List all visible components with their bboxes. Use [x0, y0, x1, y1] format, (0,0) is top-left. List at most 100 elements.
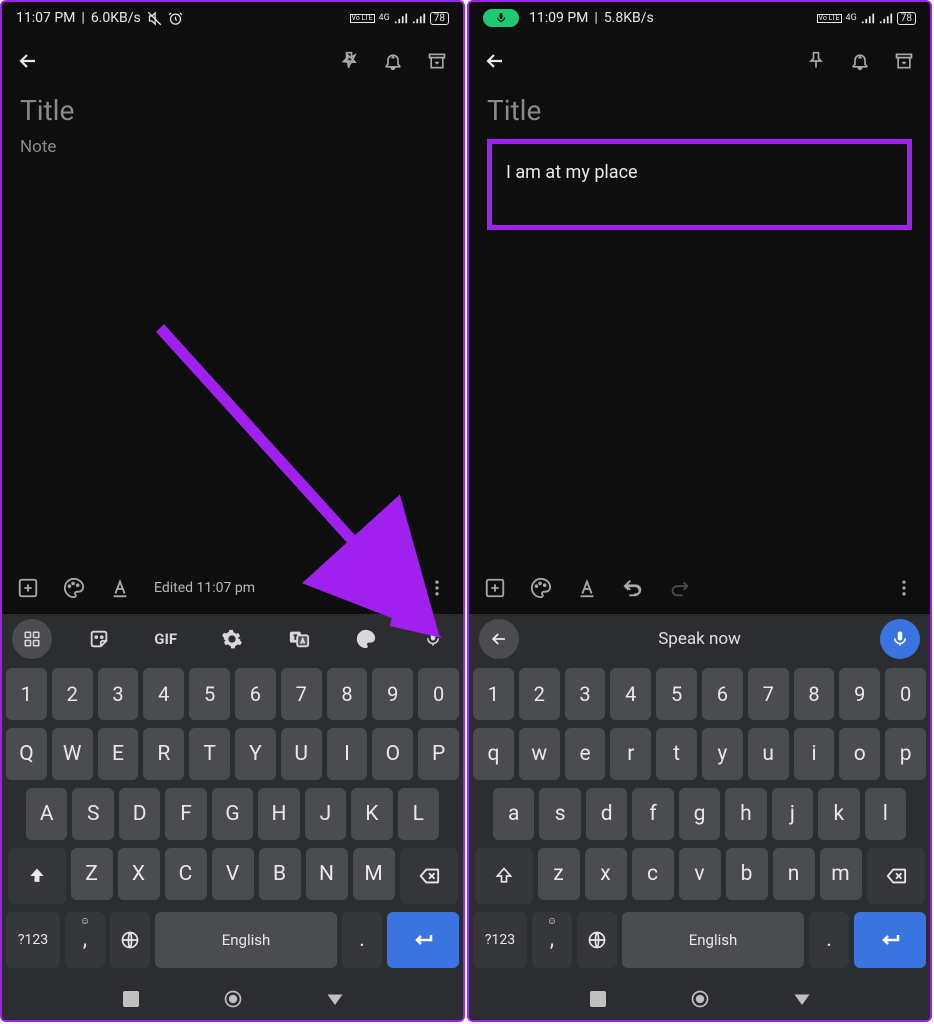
key-z[interactable]: Z [71, 848, 113, 900]
key-1[interactable]: 1 [6, 668, 47, 720]
key-p[interactable]: p [885, 728, 926, 780]
archive-icon[interactable] [892, 49, 916, 73]
key-8[interactable]: 8 [327, 668, 368, 720]
key-i[interactable]: i [794, 728, 835, 780]
key-f[interactable]: F [165, 788, 206, 840]
key-4[interactable]: 4 [143, 668, 184, 720]
key-g[interactable]: G [212, 788, 253, 840]
key-q[interactable]: Q [6, 728, 47, 780]
key-m[interactable]: m [820, 848, 862, 900]
translate-icon[interactable] [279, 619, 319, 659]
key-i[interactable]: I [327, 728, 368, 780]
key-z[interactable]: z [538, 848, 580, 900]
key-u[interactable]: U [281, 728, 322, 780]
key-o[interactable]: O [372, 728, 413, 780]
key-6[interactable]: 6 [702, 668, 743, 720]
recent-apps-icon[interactable] [120, 988, 142, 1010]
note-input[interactable]: Note [20, 137, 445, 157]
key-a[interactable]: A [26, 788, 67, 840]
speak-mic-button[interactable] [880, 619, 920, 659]
speak-back-icon[interactable] [479, 619, 519, 659]
key-5[interactable]: 5 [189, 668, 230, 720]
title-input[interactable]: Title [487, 94, 912, 127]
key-m[interactable]: M [353, 848, 395, 900]
key-v[interactable]: v [679, 848, 721, 900]
symbols-key[interactable]: ?123 [473, 912, 527, 968]
undo-icon[interactable] [621, 576, 645, 600]
more-icon[interactable] [425, 576, 449, 600]
period-key[interactable]: . [342, 912, 382, 968]
key-l[interactable]: l [865, 788, 906, 840]
key-e[interactable]: E [98, 728, 139, 780]
grid-icon[interactable] [12, 619, 52, 659]
mic-icon[interactable] [413, 619, 453, 659]
key-d[interactable]: D [119, 788, 160, 840]
more-icon[interactable] [892, 576, 916, 600]
enter-key[interactable] [387, 912, 459, 968]
reminder-icon[interactable] [381, 49, 405, 73]
key-0[interactable]: 0 [885, 668, 926, 720]
gif-icon[interactable]: GIF [146, 619, 186, 659]
key-3[interactable]: 3 [565, 668, 606, 720]
archive-icon[interactable] [425, 49, 449, 73]
key-6[interactable]: 6 [235, 668, 276, 720]
pin-icon[interactable] [337, 49, 361, 73]
pin-icon[interactable] [804, 49, 828, 73]
symbols-key[interactable]: ?123 [6, 912, 60, 968]
key-r[interactable]: r [610, 728, 651, 780]
key-2[interactable]: 2 [52, 668, 93, 720]
theme-icon[interactable] [346, 619, 386, 659]
key-k[interactable]: k [818, 788, 859, 840]
redo-icon[interactable] [667, 576, 691, 600]
key-a[interactable]: a [493, 788, 534, 840]
key-v[interactable]: V [212, 848, 254, 900]
key-c[interactable]: C [165, 848, 207, 900]
space-key[interactable]: English [622, 912, 804, 968]
reminder-icon[interactable] [848, 49, 872, 73]
key-h[interactable]: H [258, 788, 299, 840]
backspace-key[interactable] [867, 848, 925, 904]
key-1[interactable]: 1 [473, 668, 514, 720]
key-w[interactable]: w [519, 728, 560, 780]
key-x[interactable]: x [585, 848, 627, 900]
key-q[interactable]: q [473, 728, 514, 780]
key-b[interactable]: B [259, 848, 301, 900]
key-g[interactable]: g [679, 788, 720, 840]
comma-key[interactable]: ☺ , [532, 912, 572, 968]
key-4[interactable]: 4 [610, 668, 651, 720]
settings-icon[interactable] [212, 619, 252, 659]
key-u[interactable]: u [748, 728, 789, 780]
back-nav-icon[interactable] [324, 988, 346, 1010]
comma-key[interactable]: ☺ , [65, 912, 105, 968]
key-t[interactable]: t [656, 728, 697, 780]
recent-apps-icon[interactable] [587, 988, 609, 1010]
text-format-icon[interactable] [575, 576, 599, 600]
add-box-icon[interactable] [483, 576, 507, 600]
key-o[interactable]: o [839, 728, 880, 780]
title-input[interactable]: Title [20, 94, 445, 127]
back-nav-icon[interactable] [791, 988, 813, 1010]
backspace-key[interactable] [400, 848, 458, 904]
palette-icon[interactable] [529, 576, 553, 600]
key-3[interactable]: 3 [98, 668, 139, 720]
enter-key[interactable] [854, 912, 926, 968]
home-icon[interactable] [222, 988, 244, 1010]
key-l[interactable]: L [398, 788, 439, 840]
sticker-icon[interactable] [79, 619, 119, 659]
key-w[interactable]: W [52, 728, 93, 780]
key-s[interactable]: s [539, 788, 580, 840]
key-7[interactable]: 7 [748, 668, 789, 720]
key-8[interactable]: 8 [794, 668, 835, 720]
language-key[interactable] [577, 912, 617, 968]
key-e[interactable]: e [565, 728, 606, 780]
key-n[interactable]: N [306, 848, 348, 900]
key-r[interactable]: R [143, 728, 184, 780]
home-icon[interactable] [689, 988, 711, 1010]
key-0[interactable]: 0 [418, 668, 459, 720]
key-j[interactable]: j [772, 788, 813, 840]
space-key[interactable]: English [155, 912, 337, 968]
key-2[interactable]: 2 [519, 668, 560, 720]
key-d[interactable]: d [586, 788, 627, 840]
note-content-highlighted[interactable]: I am at my place [487, 139, 912, 230]
key-5[interactable]: 5 [656, 668, 697, 720]
